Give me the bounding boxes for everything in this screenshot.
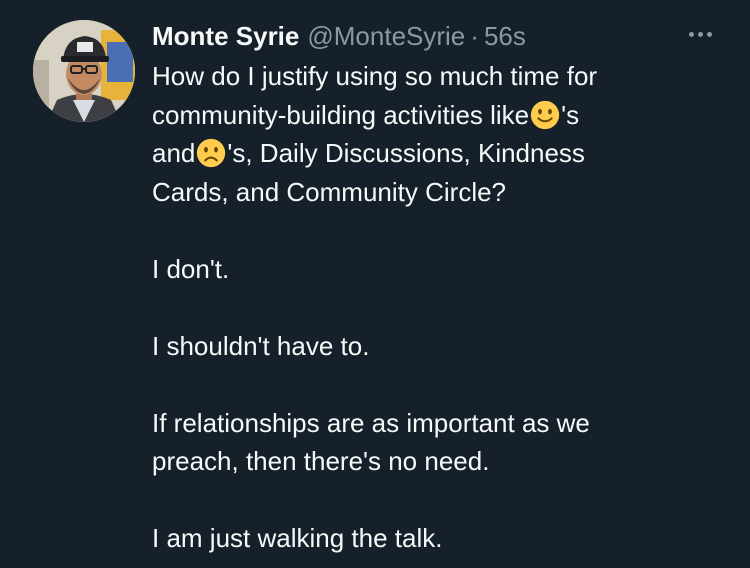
- profile-photo-icon: [33, 20, 135, 122]
- tweet-line: How do I justify using so much time for: [152, 57, 722, 96]
- tweet-timestamp[interactable]: 56s: [484, 20, 526, 52]
- tweet-line: If relationships are as important as we: [152, 404, 722, 443]
- author-avatar[interactable]: [33, 20, 135, 122]
- tweet-line-text: How do I justify using so much time for: [152, 61, 598, 91]
- tweet-line-text: 's: [561, 99, 580, 130]
- tweet-line: I am just walking the talk.: [152, 519, 722, 558]
- more-dot-icon: [706, 31, 712, 37]
- tweet-line-text: I shouldn't have to.: [152, 330, 370, 361]
- tweet-line-text: preach, then there's no need.: [152, 446, 490, 476]
- author-handle[interactable]: @MonteSyrie: [307, 20, 465, 52]
- tweet-line-text: and: [152, 138, 196, 168]
- tweet-line-text: I don't.: [152, 253, 230, 284]
- tweet-line: Cards, and Community Circle?: [152, 173, 722, 212]
- tweet-line-text: 's, Daily Discussions, Kindness: [227, 138, 585, 168]
- tweet-card[interactable]: Monte Syrie @MonteSyrie · 56s How do I j…: [0, 0, 750, 568]
- tweet-line-text: Cards, and Community Circle?: [152, 176, 507, 207]
- header-separator: ·: [470, 21, 479, 51]
- tweet-line: community-building activities like 's: [152, 96, 722, 135]
- tweet-line: and 's, Daily Discussions, Kindness: [152, 134, 722, 173]
- more-dot-icon: [688, 31, 694, 37]
- tweet-line: preach, then there's no need.: [152, 442, 722, 481]
- slightly-frowning-face-icon: [196, 138, 226, 168]
- slightly-smiling-face-icon: [530, 100, 560, 130]
- tweet-line: I don't.: [152, 250, 722, 289]
- more-dot-icon: [697, 31, 703, 37]
- tweet-line-text: I am just walking the talk.: [152, 523, 443, 553]
- tweet-line-text: community-building activities like: [152, 99, 530, 130]
- author-name[interactable]: Monte Syrie: [152, 20, 299, 52]
- tweet-line-text: If relationships are as important as we: [152, 407, 590, 438]
- tweet-header: Monte Syrie @MonteSyrie · 56s: [152, 20, 526, 54]
- tweet-line: I shouldn't have to.: [152, 327, 722, 366]
- tweet-text: How do I justify using so much time for …: [152, 57, 722, 558]
- more-options-button[interactable]: [680, 24, 720, 44]
